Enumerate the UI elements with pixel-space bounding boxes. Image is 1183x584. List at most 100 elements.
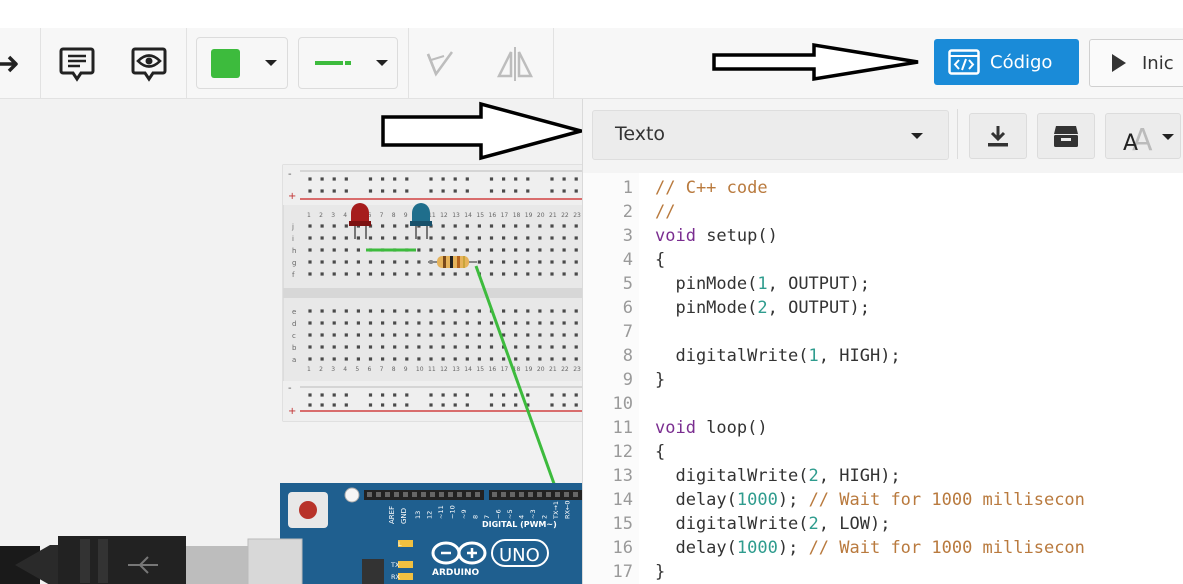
annotation-arrow-code (712, 42, 919, 82)
code-line: digitalWrite(2, HIGH); (655, 466, 901, 486)
arduino-pin-label: 8 (472, 515, 480, 519)
breadboard-hole (538, 224, 542, 228)
breadboard-hole (489, 236, 494, 240)
breadboard-hole (344, 345, 348, 349)
breadboard-hole (465, 357, 469, 361)
arduino-pin-label: ~3 (529, 509, 537, 519)
breadboard-hole (574, 248, 578, 252)
arduino-brand-label: ARDUINO (432, 568, 480, 578)
column-number: 4 (343, 366, 347, 373)
breadboard-hole (441, 393, 445, 397)
breadboard-hole (514, 177, 518, 181)
breadboard-hole (393, 357, 397, 361)
breadboard-hole (550, 224, 554, 228)
breadboard-hole (538, 345, 542, 349)
code-line: void loop() (655, 418, 768, 438)
breadboard-hole (381, 357, 385, 361)
breadboard-hole (405, 357, 409, 361)
arduino-pin-label: 12 (426, 511, 434, 519)
breadboard-hole (477, 321, 481, 325)
code-panel: Texto AA 1 2 3 4 5 6 7 8 9 10 11 12 13 14 15 16 17 // C+… (582, 99, 1183, 584)
code-editor[interactable]: 1 2 3 4 5 6 7 8 9 10 11 12 13 14 15 16 17 // C++ code//v… (583, 173, 1183, 584)
column-number: 8 (392, 212, 396, 219)
column-number: 5 (355, 366, 359, 373)
breadboard-hole (465, 345, 469, 349)
breadboard-hole (538, 357, 542, 361)
line-style-icon (315, 61, 343, 65)
line-number: 13 (612, 466, 633, 486)
breadboard-hole (550, 393, 554, 397)
breadboard-hole (489, 345, 494, 349)
row-letter: d (292, 320, 296, 328)
arduino-uno-board[interactable] (280, 483, 582, 584)
code-button[interactable]: Código (934, 39, 1079, 85)
column-number: 22 (561, 366, 569, 373)
line-style-dropdown[interactable] (298, 37, 398, 89)
breadboard-hole (562, 321, 566, 325)
breadboard-hole (514, 224, 518, 228)
breadboard-hole (332, 236, 336, 240)
arduino-tx-label: TX (390, 561, 400, 569)
column-number: 3 (331, 366, 335, 373)
breadboard-hole (550, 177, 554, 181)
header-pin (439, 492, 444, 497)
header-pin (421, 492, 426, 497)
circuit-canvas[interactable]: jihgfedcba112233445566778899101011111212… (0, 99, 582, 584)
line-style-icon-dash (345, 61, 351, 65)
breadboard-hole (429, 357, 433, 361)
rail-minus-bottom: - (288, 383, 292, 394)
line-number: 15 (612, 514, 633, 534)
library-button[interactable] (1037, 113, 1095, 159)
header-pin (528, 492, 533, 497)
start-simulation-button[interactable]: Inic (1089, 39, 1183, 87)
breadboard-hole (502, 224, 506, 228)
breadboard-hole (417, 272, 421, 276)
breadboard-hole (356, 272, 360, 276)
code-line: digitalWrite(1, HIGH); (655, 346, 901, 366)
column-number: 3 (331, 212, 335, 219)
download-button[interactable] (969, 113, 1027, 159)
breadboard-hole (489, 224, 494, 228)
breadboard-hole (332, 224, 336, 228)
breadboard-hole (526, 248, 530, 252)
breadboard-hole (574, 309, 578, 313)
breadboard-hole (465, 189, 469, 193)
flip-icon[interactable] (493, 42, 537, 86)
eye-comment-icon[interactable] (127, 42, 171, 86)
breadboard-hole (308, 260, 312, 264)
breadboard-hole (465, 321, 469, 325)
code-line: } (655, 370, 666, 390)
font-size-button[interactable]: AA (1105, 113, 1181, 159)
breadboard-hole (489, 189, 494, 193)
arduino-digital-label: DIGITAL (PWM~) (482, 520, 557, 529)
breadboard-hole (393, 224, 397, 228)
breadboard-hole (465, 248, 469, 252)
breadboard-hole (332, 177, 336, 181)
breadboard-hole (477, 248, 481, 252)
code-line: // C++ code (655, 178, 768, 198)
note-icon[interactable] (55, 42, 99, 86)
column-number: 6 (368, 366, 372, 373)
row-letter: c (292, 332, 296, 340)
breadboard-hole (320, 189, 324, 193)
breadboard-hole (550, 189, 554, 193)
arrow-right-icon[interactable] (0, 42, 32, 86)
mirror-icon[interactable] (418, 42, 462, 86)
breadboard-hole (538, 333, 542, 337)
breadboard-hole (368, 345, 373, 349)
chevron-down-icon (911, 133, 923, 139)
breadboard-hole (344, 248, 348, 252)
breadboard-schematic[interactable]: jihgfedcba112233445566778899101011111212… (0, 99, 582, 584)
arduino-gnd-label: GND (400, 508, 408, 524)
breadboard-hole (405, 260, 409, 264)
rail-plus-bottom: + (288, 406, 296, 417)
breadboard-hole (562, 236, 566, 240)
arduino-l-label: L (398, 540, 402, 548)
breadboard-hole (574, 357, 578, 361)
annotation-arrow-text-mode (381, 101, 585, 161)
breadboard-hole (514, 260, 518, 264)
color-picker-dropdown[interactable] (196, 37, 288, 89)
breadboard-hole (550, 333, 554, 337)
header-pin (475, 492, 480, 497)
code-mode-select[interactable]: Texto (592, 110, 949, 160)
